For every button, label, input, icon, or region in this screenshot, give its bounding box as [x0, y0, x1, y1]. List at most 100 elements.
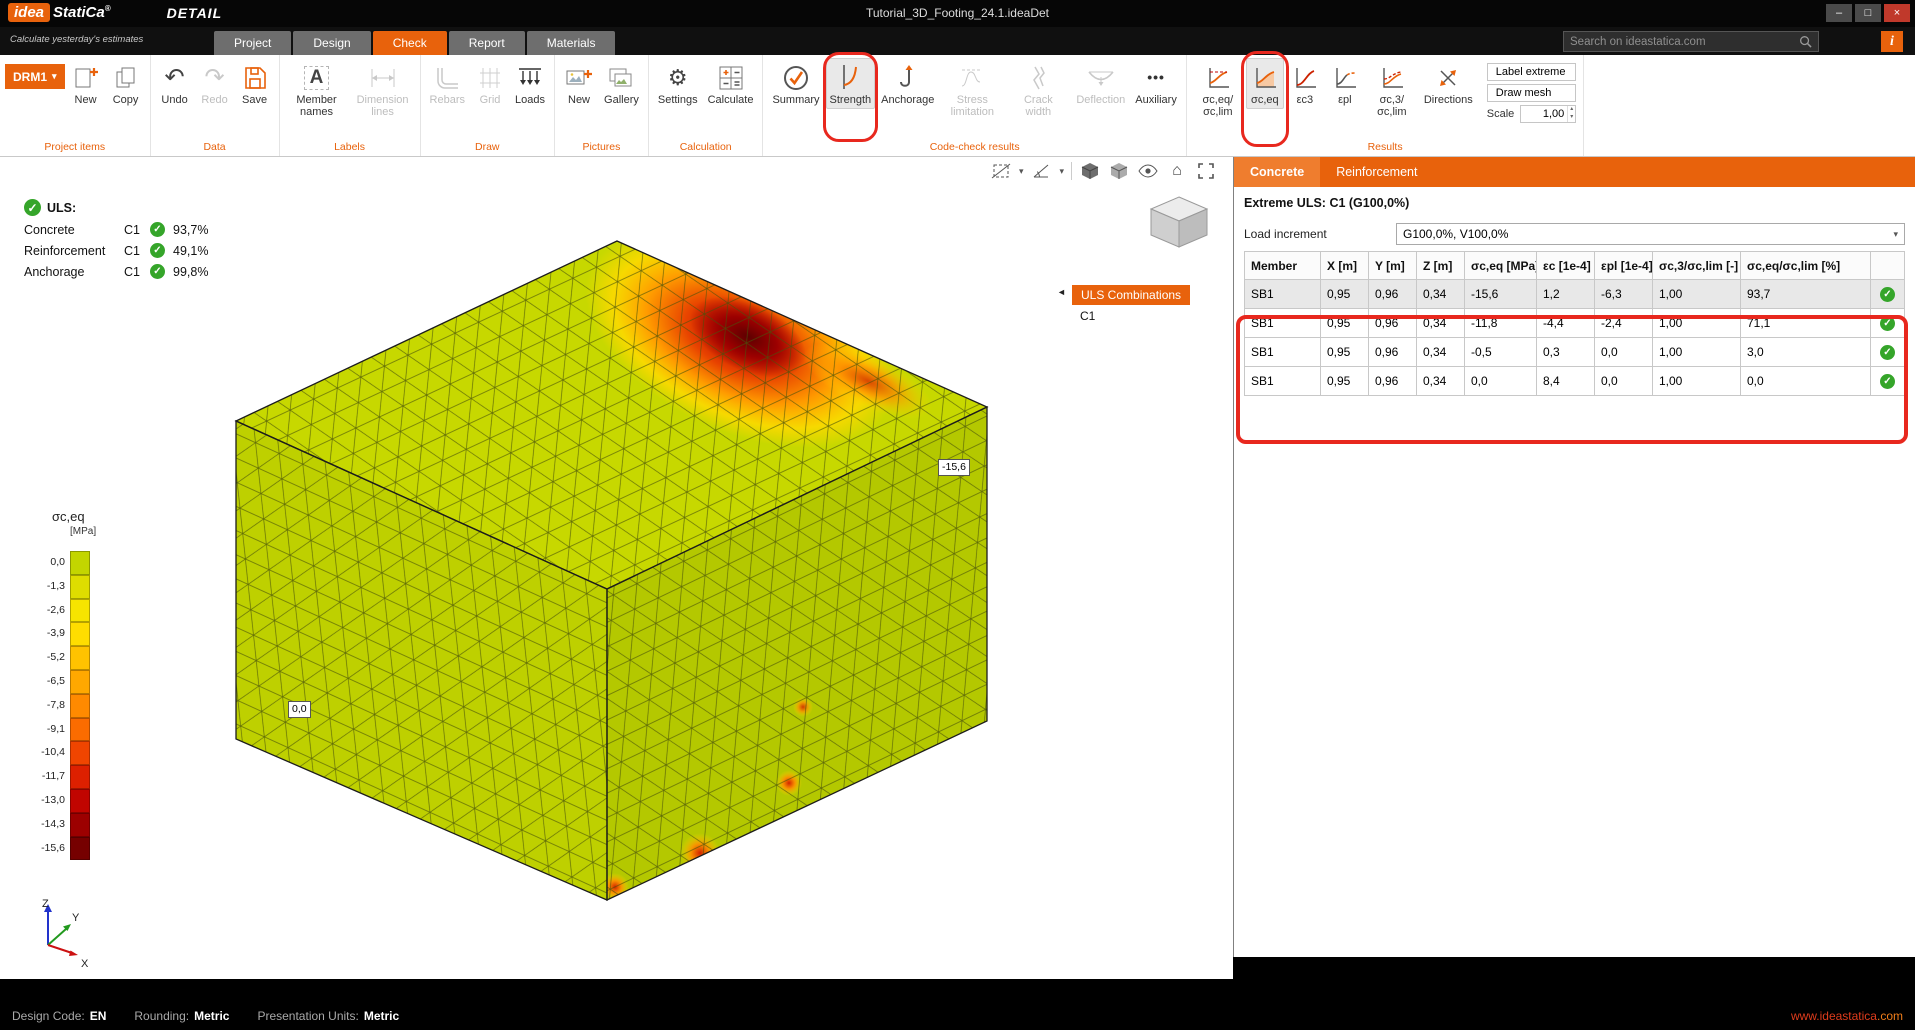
directions-button[interactable]: Directions: [1420, 58, 1477, 109]
cell-member: SB1: [1245, 280, 1321, 309]
table-row[interactable]: SB1 0,95 0,96 0,34 -0,5 0,3 0,0 1,00 3,0…: [1245, 338, 1905, 367]
gallery-button[interactable]: Gallery: [600, 58, 643, 109]
settings-button[interactable]: ⚙ Settings: [654, 58, 702, 109]
tab-concrete[interactable]: Concrete: [1234, 157, 1320, 187]
tab-materials[interactable]: Materials: [527, 31, 616, 55]
grid-button[interactable]: Grid: [471, 58, 509, 109]
summary-button[interactable]: Summary: [768, 58, 823, 109]
undo-button[interactable]: ↶ Undo: [156, 58, 194, 109]
strength-icon: [836, 62, 864, 94]
measure-angle-icon[interactable]: [1030, 161, 1052, 181]
dimension-lines-icon: [368, 62, 398, 94]
home-view-icon[interactable]: ⌂: [1166, 161, 1188, 181]
dimension-lines-button[interactable]: Dimension lines: [351, 58, 415, 122]
anchorage-button[interactable]: Anchorage: [877, 58, 938, 109]
cell-sceq: -15,6: [1465, 280, 1537, 309]
legend-swatch: [70, 646, 90, 670]
pass-check-icon: ✓: [150, 243, 165, 258]
draw-mesh-button[interactable]: Draw mesh: [1487, 84, 1577, 102]
legend-value: -2,6: [30, 599, 70, 623]
rebars-button[interactable]: Rebars: [426, 58, 469, 109]
check-combo: C1: [124, 244, 150, 258]
picture-new-button[interactable]: New: [560, 58, 598, 109]
save-button[interactable]: Save: [236, 58, 274, 109]
search-box[interactable]: [1563, 31, 1819, 52]
uls-label: ULS:: [47, 201, 76, 215]
picture-new-label: New: [568, 94, 590, 106]
directions-icon: [1435, 62, 1461, 94]
cell-z: 0,34: [1417, 309, 1465, 338]
minimize-button[interactable]: –: [1826, 4, 1852, 22]
grid-icon: [477, 62, 503, 94]
maximize-button[interactable]: □: [1855, 4, 1881, 22]
member-names-button[interactable]: A Member names: [285, 58, 349, 122]
cell-x: 0,95: [1321, 309, 1369, 338]
stress-plot-icon: [1252, 62, 1278, 94]
calculate-button[interactable]: Calculate: [704, 58, 758, 109]
tab-project[interactable]: Project: [214, 31, 291, 55]
search-input[interactable]: [1570, 36, 1799, 48]
load-increment-select[interactable]: G100,0%, V100,0% ▾: [1396, 223, 1905, 245]
cell-y: 0,96: [1369, 367, 1417, 396]
gallery-label: Gallery: [604, 94, 639, 106]
result-epl-button[interactable]: εpl: [1326, 58, 1364, 109]
info-button[interactable]: i: [1881, 31, 1903, 52]
drm-dropdown[interactable]: DRM1▾: [5, 64, 65, 89]
collapse-arrow-icon[interactable]: ◄: [1057, 287, 1066, 297]
navigation-cube[interactable]: [1136, 191, 1222, 268]
grid-label: Grid: [480, 94, 501, 106]
table-row[interactable]: SB1 0,95 0,96 0,34 0,0 8,4 0,0 1,00 0,0 …: [1245, 367, 1905, 396]
label-extreme-button[interactable]: Label extreme: [1487, 63, 1577, 81]
result-sc3-sclim-button[interactable]: σc,3/ σc,lim: [1366, 58, 1418, 122]
scale-down-icon[interactable]: ▾: [1568, 114, 1575, 122]
measure-caret-icon[interactable]: ▾: [1059, 166, 1064, 177]
pass-check-icon: ✓: [1880, 374, 1895, 389]
tab-design[interactable]: Design: [293, 31, 370, 55]
visibility-icon[interactable]: [1137, 161, 1159, 181]
scale-up-icon[interactable]: ▴: [1568, 106, 1575, 114]
scale-input[interactable]: [1521, 106, 1567, 122]
close-button[interactable]: ×: [1884, 4, 1910, 22]
copy-item-button[interactable]: Copy: [107, 58, 145, 109]
deflection-label: Deflection: [1076, 94, 1125, 106]
group-data: ↶ Undo ↷ Redo Save Data: [151, 55, 280, 156]
combination-item[interactable]: C1: [1080, 309, 1095, 323]
result-sceq-sclim-button[interactable]: σc,eq/ σc,lim: [1192, 58, 1244, 122]
cell-sceq-ratio: 71,1: [1741, 309, 1871, 338]
mesh-zero-label: 0,0: [288, 701, 311, 718]
cell-x: 0,95: [1321, 367, 1369, 396]
tab-check[interactable]: Check: [373, 31, 447, 55]
tab-report[interactable]: Report: [449, 31, 525, 55]
check-name: Concrete: [24, 223, 124, 237]
group-draw: Rebars Grid Loads Draw: [421, 55, 555, 156]
table-row[interactable]: SB1 0,95 0,96 0,34 -15,6 1,2 -6,3 1,00 9…: [1245, 280, 1905, 309]
check-summary-row: Concrete C1 ✓ 93,7%: [24, 222, 208, 237]
section-cut-icon[interactable]: [990, 161, 1012, 181]
strength-button[interactable]: Strength: [826, 58, 876, 109]
result-sceq-button[interactable]: σc,eq: [1246, 58, 1284, 109]
ribbon: DRM1▾ New Copy Project items ↶ Undo: [0, 55, 1915, 157]
pass-check-icon: ✓: [1880, 287, 1895, 302]
clipping-box-icon[interactable]: [1079, 161, 1101, 181]
zoom-fit-icon[interactable]: [1195, 161, 1217, 181]
loads-button[interactable]: Loads: [511, 58, 549, 109]
tab-reinforcement[interactable]: Reinforcement: [1320, 157, 1433, 187]
cell-x: 0,95: [1321, 338, 1369, 367]
result-ec3-button[interactable]: εc3: [1286, 58, 1324, 109]
legend-entry: -14,3: [30, 813, 96, 837]
section-cut-caret-icon[interactable]: ▾: [1019, 166, 1024, 177]
new-item-button[interactable]: New: [67, 58, 105, 109]
deflection-button[interactable]: Deflection: [1072, 58, 1129, 109]
crack-width-button[interactable]: Crack width: [1006, 58, 1070, 122]
scale-stepper[interactable]: ▴▾: [1567, 106, 1575, 122]
group-code-check: Summary Strength Anchorage Stress limita…: [763, 55, 1186, 156]
stress-limitation-button[interactable]: Stress limitation: [940, 58, 1004, 122]
redo-button[interactable]: ↷ Redo: [196, 58, 234, 109]
auxiliary-button[interactable]: ••• Auxiliary: [1131, 58, 1181, 109]
group-label-code-check: Code-check results: [768, 139, 1180, 156]
cell-y: 0,96: [1369, 309, 1417, 338]
website-link[interactable]: www.ideastatica.com: [1791, 1009, 1903, 1023]
uls-combinations-badge[interactable]: ULS Combinations: [1072, 285, 1190, 305]
solid-view-icon[interactable]: [1108, 161, 1130, 181]
table-row[interactable]: SB1 0,95 0,96 0,34 -11,8 -4,4 -2,4 1,00 …: [1245, 309, 1905, 338]
